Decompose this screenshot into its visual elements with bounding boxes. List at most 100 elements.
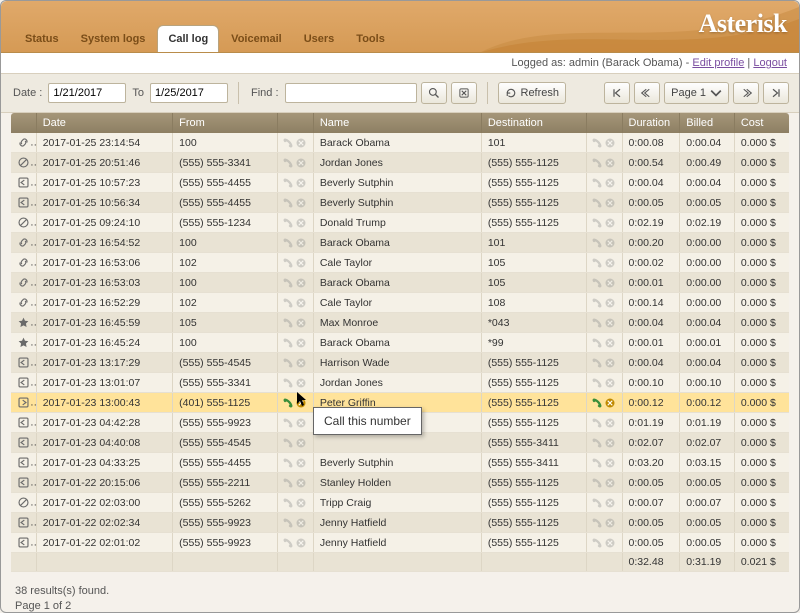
col-header[interactable]: Destination [481,113,586,133]
call-number-icon[interactable] [282,237,294,249]
delete-entry-icon[interactable] [295,457,307,469]
call-number-icon[interactable] [282,317,294,329]
delete-entry-icon[interactable] [604,137,616,149]
delete-entry-icon[interactable] [604,337,616,349]
call-number-icon[interactable] [591,497,603,509]
date-to-input[interactable] [150,83,228,103]
col-header[interactable]: Name [313,113,481,133]
col-header[interactable]: Date [36,113,172,133]
delete-entry-icon[interactable] [295,297,307,309]
delete-entry-icon[interactable] [604,297,616,309]
tab-status[interactable]: Status [15,25,69,52]
delete-entry-icon[interactable] [604,377,616,389]
col-header[interactable]: Duration [622,113,680,133]
pager-prev-button[interactable] [634,82,660,104]
pager-first-button[interactable] [604,82,630,104]
tab-users[interactable]: Users [294,25,345,52]
table-row[interactable]: 2017-01-23 04:33:25(555) 555-4455Beverly… [11,453,789,473]
call-number-icon[interactable] [282,517,294,529]
logout-link[interactable]: Logout [753,57,787,69]
table-row[interactable]: 2017-01-23 16:45:24100Barack Obama*990:0… [11,333,789,353]
delete-entry-icon[interactable] [604,217,616,229]
table-row[interactable]: 2017-01-25 09:24:10(555) 555-1234Donald … [11,213,789,233]
call-number-icon[interactable] [282,417,294,429]
delete-entry-icon[interactable] [295,217,307,229]
delete-entry-icon[interactable] [604,277,616,289]
call-number-icon[interactable] [591,357,603,369]
call-number-icon[interactable] [282,337,294,349]
call-number-icon[interactable] [591,337,603,349]
find-input[interactable] [285,83,417,103]
call-number-icon[interactable] [591,397,603,409]
call-number-icon[interactable] [591,137,603,149]
table-row[interactable]: 2017-01-23 16:45:59105Max Monroe*0430:00… [11,313,789,333]
table-row[interactable]: 2017-01-25 10:57:23(555) 555-4455Beverly… [11,173,789,193]
delete-entry-icon[interactable] [295,337,307,349]
call-number-icon[interactable] [591,277,603,289]
delete-entry-icon[interactable] [295,537,307,549]
delete-entry-icon[interactable] [295,157,307,169]
call-number-icon[interactable] [282,277,294,289]
delete-entry-icon[interactable] [604,517,616,529]
col-header[interactable]: From [173,113,278,133]
table-row[interactable]: 2017-01-23 16:54:52100Barack Obama1010:0… [11,233,789,253]
call-number-icon[interactable] [591,537,603,549]
call-number-icon[interactable] [591,517,603,529]
call-number-icon[interactable] [591,437,603,449]
call-number-icon[interactable] [591,457,603,469]
table-row[interactable]: 2017-01-25 20:51:46(555) 555-3341Jordan … [11,153,789,173]
call-number-icon[interactable] [591,157,603,169]
delete-entry-icon[interactable] [295,477,307,489]
date-from-input[interactable] [48,83,126,103]
call-number-icon[interactable] [282,477,294,489]
delete-entry-icon[interactable] [295,197,307,209]
call-number-icon[interactable] [282,357,294,369]
delete-entry-icon[interactable] [604,497,616,509]
call-number-icon[interactable] [282,177,294,189]
tab-voicemail[interactable]: Voicemail [221,25,292,52]
call-number-icon[interactable] [282,157,294,169]
table-row[interactable]: 2017-01-22 02:01:02(555) 555-9923Jenny H… [11,533,789,553]
table-row[interactable]: 2017-01-23 16:53:03100Barack Obama1050:0… [11,273,789,293]
table-row[interactable]: 2017-01-22 02:02:34(555) 555-9923Jenny H… [11,513,789,533]
pager-last-button[interactable] [763,82,789,104]
call-number-icon[interactable] [282,497,294,509]
call-number-icon[interactable] [282,197,294,209]
pager-next-button[interactable] [733,82,759,104]
table-row[interactable]: 2017-01-23 13:01:07(555) 555-3341Jordan … [11,373,789,393]
delete-entry-icon[interactable] [604,397,616,409]
call-number-icon[interactable] [282,257,294,269]
col-header[interactable]: Cost [734,113,789,133]
table-row[interactable]: 2017-01-23 04:40:08(555) 555-4545(555) 5… [11,433,789,453]
page-select[interactable]: Page 1 [664,82,729,104]
tab-call-log[interactable]: Call log [157,25,219,53]
call-number-icon[interactable] [282,537,294,549]
delete-entry-icon[interactable] [604,417,616,429]
call-number-icon[interactable] [282,297,294,309]
delete-entry-icon[interactable] [295,177,307,189]
call-number-icon[interactable] [282,377,294,389]
col-header[interactable]: Billed [680,113,735,133]
call-number-icon[interactable] [591,237,603,249]
delete-entry-icon[interactable] [604,457,616,469]
table-row[interactable]: 2017-01-25 23:14:54100Barack Obama1010:0… [11,133,789,153]
tab-system-logs[interactable]: System logs [71,25,156,52]
call-number-icon[interactable] [591,317,603,329]
table-row[interactable]: 2017-01-22 20:15:06(555) 555-2211Stanley… [11,473,789,493]
delete-entry-icon[interactable] [604,357,616,369]
tab-tools[interactable]: Tools [346,25,395,52]
call-number-icon[interactable] [282,437,294,449]
delete-entry-icon[interactable] [295,317,307,329]
table-row[interactable]: 2017-01-23 16:53:06102Cale Taylor1050:00… [11,253,789,273]
delete-entry-icon[interactable] [604,197,616,209]
call-number-icon[interactable] [282,397,294,409]
delete-entry-icon[interactable] [295,497,307,509]
delete-entry-icon[interactable] [604,177,616,189]
table-row[interactable]: 2017-01-23 13:17:29(555) 555-4545Harriso… [11,353,789,373]
delete-entry-icon[interactable] [295,357,307,369]
delete-entry-icon[interactable] [604,537,616,549]
refresh-button[interactable]: Refresh [498,82,567,104]
table-row[interactable]: 2017-01-25 10:56:34(555) 555-4455Beverly… [11,193,789,213]
call-number-icon[interactable] [591,257,603,269]
call-number-icon[interactable] [591,297,603,309]
